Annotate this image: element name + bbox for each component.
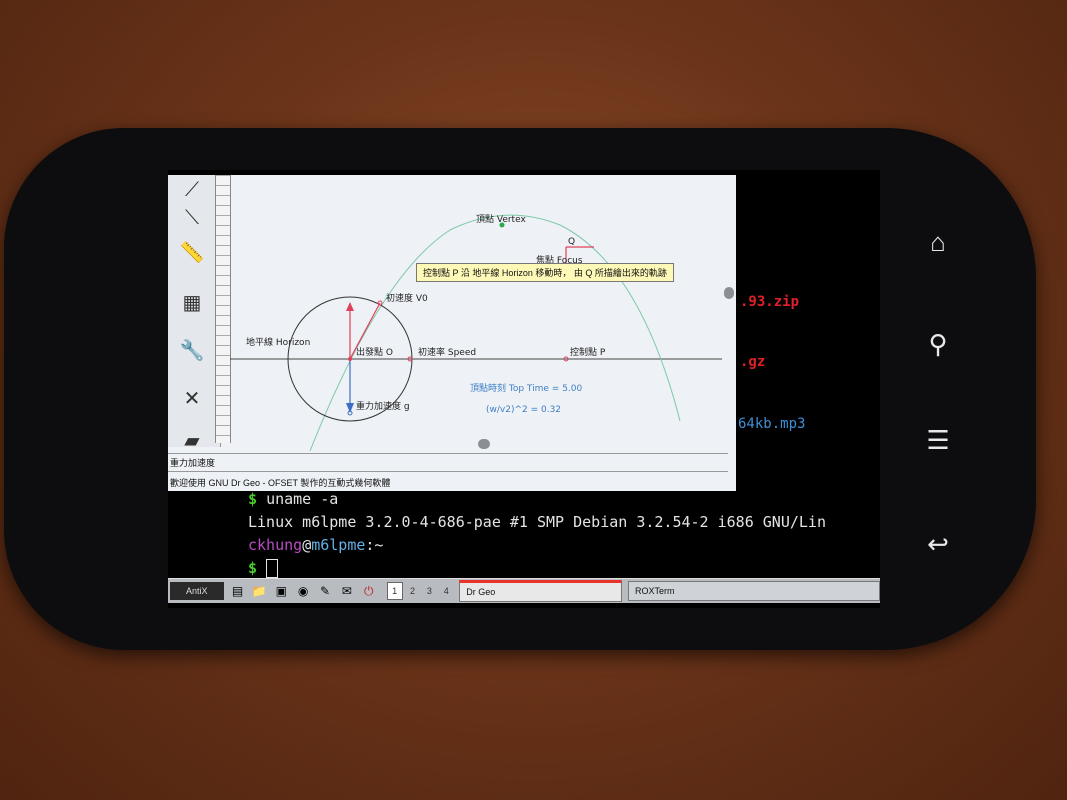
eraser-tool-icon[interactable]: ▰ bbox=[176, 425, 208, 455]
task-roxterm[interactable]: ROXTerm bbox=[628, 581, 880, 601]
save-icon[interactable]: ▤ bbox=[230, 583, 246, 599]
ratio-label: (w/v2)^2 = 0.32 bbox=[486, 405, 562, 415]
status-separator-2 bbox=[168, 471, 728, 472]
vertical-scroll-knob[interactable] bbox=[724, 287, 734, 299]
v0-label: 初速度 V0 bbox=[386, 294, 428, 304]
ruler-tool-icon[interactable]: 📏 bbox=[176, 237, 208, 267]
segment-tool-icon[interactable]: ⟋ bbox=[176, 175, 208, 205]
prompt-symbol: $ bbox=[248, 490, 258, 508]
v0-arrowhead bbox=[346, 302, 354, 311]
prompt-at: @ bbox=[302, 536, 312, 554]
task-drgeo[interactable]: Dr Geo bbox=[459, 580, 623, 602]
file-mp3: 64kb.mp3 bbox=[738, 416, 806, 432]
origin-label: 出發點 O bbox=[356, 348, 393, 358]
p-label: 控制點 P bbox=[570, 348, 606, 358]
workspace-4[interactable]: 4 bbox=[439, 583, 453, 599]
geometry-canvas[interactable]: 頂點 Vertex Q 焦點 Focus 初速度 V0 地平線 Horizon … bbox=[230, 175, 730, 452]
status-tool: 重力加速度 bbox=[170, 458, 216, 468]
status-welcome: 歡迎使用 GNU Dr Geo - OFSET 製作的互動式幾何軟體 bbox=[170, 478, 391, 488]
q-label: Q bbox=[568, 237, 576, 247]
prompt-user: ckhung bbox=[248, 536, 303, 554]
prompt-line: ckhung@m6lpme:~ bbox=[248, 534, 880, 557]
horizontal-scroll-knob[interactable] bbox=[478, 439, 490, 449]
menu-icon[interactable]: ☰ bbox=[918, 420, 958, 460]
vertex-label: 頂點 Vertex bbox=[476, 215, 526, 225]
origin-point bbox=[348, 357, 352, 361]
command-line: $ uname -a bbox=[248, 488, 880, 511]
toptime-label: 頂點時刻 Top Time = 5.00 bbox=[470, 384, 583, 394]
back-icon[interactable]: ↩ bbox=[918, 524, 958, 564]
terminal-icon[interactable]: ▣ bbox=[273, 583, 289, 599]
prompt-path: :~ bbox=[365, 536, 384, 554]
macro-tool-icon[interactable]: ▦ bbox=[176, 287, 208, 317]
transform-tool-icon[interactable]: ✕ bbox=[176, 383, 208, 413]
power-icon[interactable]: ⏻ bbox=[361, 583, 377, 599]
task-drgeo-label: Dr Geo bbox=[466, 587, 496, 597]
prompt-symbol-2: $ bbox=[248, 559, 258, 577]
file-zip: .93.zip bbox=[740, 294, 800, 310]
input-line: $ bbox=[248, 557, 880, 580]
workspace-3[interactable]: 3 bbox=[422, 583, 436, 599]
command-output: Linux m6lpme 3.2.0-4-686-pae #1 SMP Debi… bbox=[248, 513, 826, 531]
status-separator-1 bbox=[168, 453, 728, 454]
horizon-label: 地平線 Horizon bbox=[246, 338, 311, 348]
tool-palette: ⟋ ⟍ 📏 ▦ 🔧 ✕ ▰ bbox=[168, 175, 221, 452]
vertical-ruler[interactable] bbox=[215, 175, 231, 443]
command-text: uname -a bbox=[266, 490, 339, 508]
gravity-label: 重力加速度 g bbox=[356, 402, 410, 412]
browser-icon[interactable]: ◉ bbox=[295, 583, 311, 599]
text-cursor bbox=[266, 559, 279, 578]
locus-tooltip: 控制點 P 沿 地平線 Horizon 移動時， 由 Q 所描繪出來的軌跡 bbox=[416, 263, 674, 282]
terminal[interactable]: $ uname -a Linux m6lpme 3.2.0-4-686-pae … bbox=[248, 488, 880, 580]
phone-screen: .93.zip .gz 64kb.mp3 $ uname -a Linux m6… bbox=[168, 170, 880, 608]
prompt-host: m6lpme bbox=[311, 536, 366, 554]
workspace-1[interactable]: 1 bbox=[386, 582, 403, 600]
mail-icon[interactable]: ✉ bbox=[339, 583, 355, 599]
file-gz: .gz bbox=[740, 354, 766, 370]
drgeo-window: ⟋ ⟍ 📏 ▦ 🔧 ✕ ▰ 頂點 Vertex Q 焦點 Focus 初速度 V… bbox=[168, 175, 736, 491]
parabola-curve bbox=[309, 214, 681, 452]
edit-icon[interactable]: ✎ bbox=[317, 583, 333, 599]
folder-icon[interactable]: 📁 bbox=[251, 583, 267, 599]
speed-label: 初速率 Speed bbox=[418, 348, 477, 358]
home-icon[interactable]: ⌂ bbox=[918, 222, 958, 262]
workspace-2[interactable]: 2 bbox=[406, 583, 420, 599]
start-button[interactable]: AntiX bbox=[170, 582, 224, 600]
taskbar: AntiX ▤ 📁 ▣ ◉ ✎ ✉ ⏻ 1 2 3 4 Dr Geo ROXTe… bbox=[168, 578, 880, 603]
task-roxterm-label: ROXTerm bbox=[635, 586, 675, 596]
search-icon[interactable]: ⚲ bbox=[918, 324, 958, 364]
wrench-tool-icon[interactable]: 🔧 bbox=[176, 335, 208, 365]
line-tool-icon[interactable]: ⟍ bbox=[176, 203, 208, 233]
